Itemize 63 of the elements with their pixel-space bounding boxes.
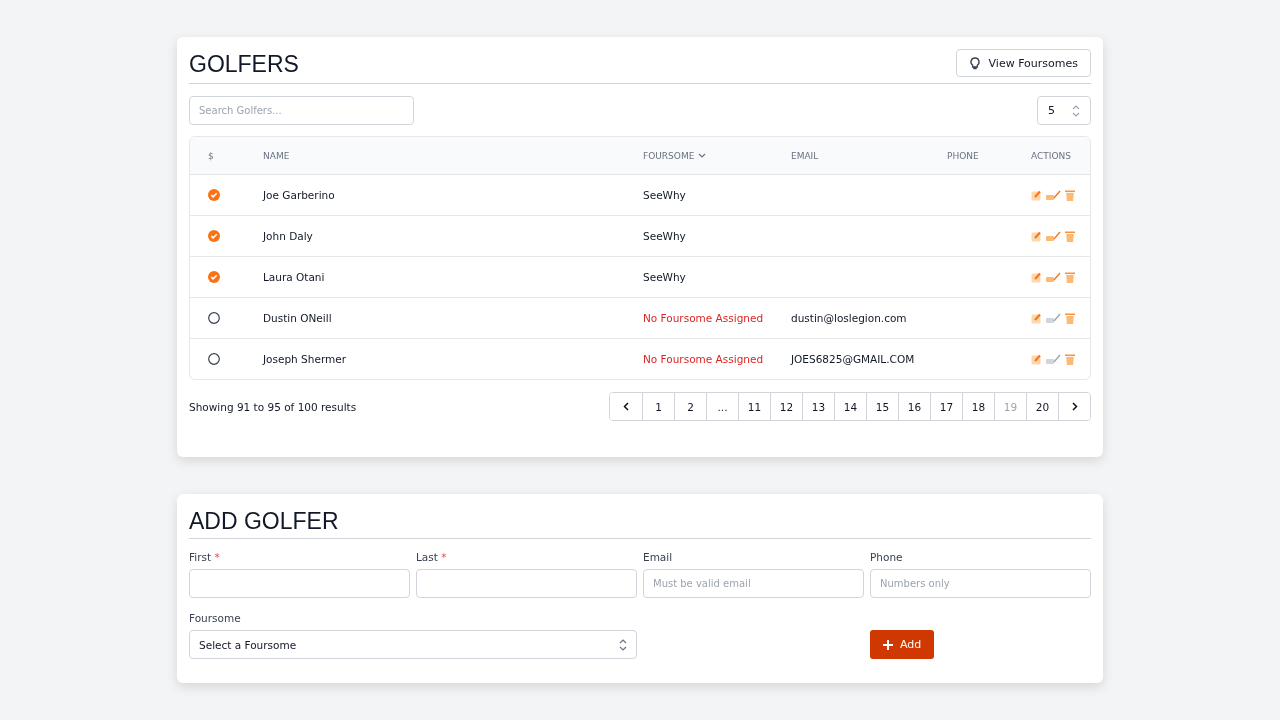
column-header: NAME [263,150,290,161]
chevron-down-icon [698,152,707,159]
search-field[interactable]: Search Golfers... [189,96,414,125]
column-header: $ [208,150,214,161]
check-circle-icon[interactable] [208,271,220,283]
trash-icon[interactable] [1065,230,1075,242]
golf-club-icon[interactable] [1046,189,1061,201]
chevron-left-icon [623,402,629,411]
column-header: EMAIL [791,150,819,161]
table-cell: SeeWhy [643,271,686,283]
section-title: GOLFERS [189,50,299,79]
field-label: Foursome [189,612,242,626]
table-cell: No Foursome Assigned [643,353,764,365]
updown-chevron-icon [1072,104,1080,117]
table-cell: Dustin ONeill [263,312,332,324]
empty-circle-icon[interactable] [208,312,220,324]
column-header[interactable]: FOURSOME [643,150,707,161]
trash-icon[interactable] [1065,189,1075,201]
trash-icon[interactable] [1065,353,1075,365]
trash-icon[interactable] [1065,271,1075,283]
column-header: ACTIONS [1031,150,1071,161]
input-field[interactable]: Numbers only [870,569,1091,598]
table-cell: dustin@loslegion.com [791,312,907,324]
plus-icon [883,639,893,650]
updown-chevron-icon [619,638,627,651]
edit-icon[interactable] [1031,271,1042,283]
chevron-right-icon [1071,402,1078,411]
input-field[interactable] [189,569,410,598]
edit-icon[interactable] [1031,353,1042,365]
golf-club-icon[interactable] [1046,271,1061,283]
lightbulb-icon [968,56,981,70]
column-header: PHONE [947,150,979,161]
per-page-select[interactable]: 5 [1037,96,1091,125]
table-cell: SeeWhy [643,189,686,201]
golf-club-icon[interactable] [1046,312,1061,324]
foursome-select[interactable]: Select a Foursome [189,630,637,659]
edit-icon[interactable] [1031,230,1042,242]
empty-circle-icon[interactable] [208,353,220,365]
check-circle-icon[interactable] [208,189,220,201]
next-page-button[interactable] [1058,393,1090,420]
edit-icon[interactable] [1031,312,1042,324]
input-field[interactable]: Must be valid email [643,569,864,598]
golf-club-icon[interactable] [1046,230,1061,242]
table-cell: No Foursome Assigned [643,312,764,324]
field-label: Last * [416,551,448,565]
input-field[interactable] [416,569,637,598]
table-cell: Joseph Shermer [263,353,347,365]
add-button[interactable]: Add [870,630,935,659]
check-circle-icon[interactable] [208,230,220,242]
field-label: Email [643,551,674,565]
edit-icon[interactable] [1031,189,1042,201]
table-cell: Joe Garberino [263,189,335,201]
table-cell: John Daly [263,230,313,242]
table-cell: Laura Otani [263,271,325,283]
results-summary: Showing 91 to 95 of 100 results [189,400,357,413]
field-label: First * [189,551,221,565]
table-cell: JOES6825@GMAIL.COM [791,353,915,365]
field-label: Phone [870,551,904,565]
golf-club-icon[interactable] [1046,353,1061,365]
view-foursomes-button[interactable]: View Foursomes [955,49,1091,77]
table-cell: SeeWhy [643,230,686,242]
trash-icon[interactable] [1065,312,1075,324]
section-title: ADD GOLFER [189,507,339,536]
